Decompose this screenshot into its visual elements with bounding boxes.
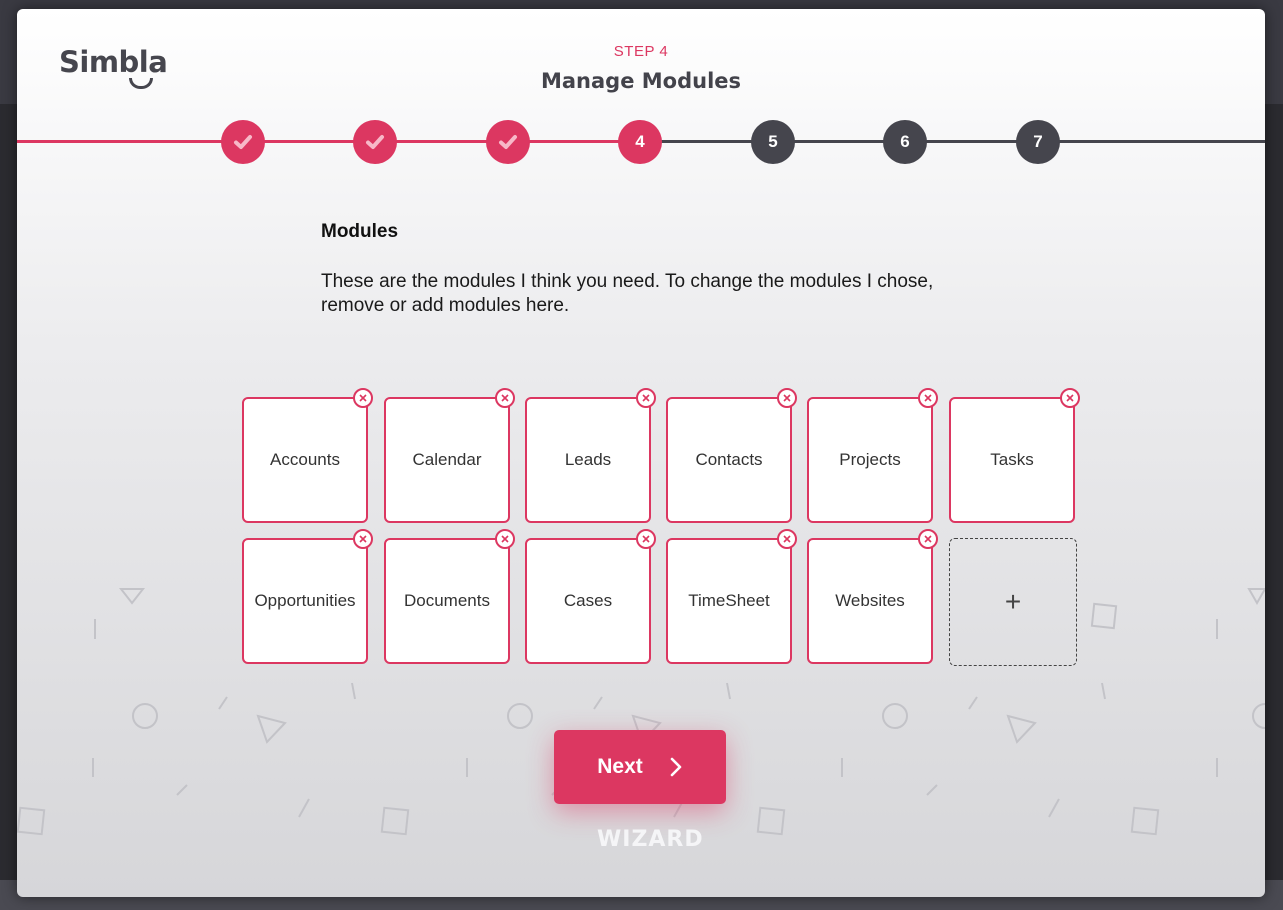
close-icon: [924, 394, 932, 402]
close-icon: [501, 535, 509, 543]
module-tile[interactable]: Websites: [807, 529, 938, 664]
remove-module-button[interactable]: [636, 388, 656, 408]
close-icon: [642, 535, 650, 543]
close-icon: [783, 394, 791, 402]
close-icon: [359, 394, 367, 402]
remove-module-button[interactable]: [1060, 388, 1080, 408]
step-7-indicator: 7: [1016, 120, 1060, 164]
module-label: Opportunities: [254, 591, 356, 610]
remove-module-button[interactable]: [777, 388, 797, 408]
close-icon: [924, 535, 932, 543]
module-label: Tasks: [990, 450, 1034, 469]
wizard-watermark: WIZARD: [597, 827, 704, 852]
step-4-indicator: 4: [618, 120, 662, 164]
module-tile[interactable]: Tasks: [949, 388, 1080, 523]
module-tile[interactable]: Documents: [384, 529, 515, 664]
module-label: Leads: [564, 450, 612, 469]
remove-module-button[interactable]: [918, 388, 938, 408]
remove-module-button[interactable]: [353, 388, 373, 408]
module-label: Calendar: [412, 450, 482, 469]
progress-line-remaining: [641, 140, 1265, 143]
close-icon: [1066, 394, 1074, 402]
add-module-button[interactable]: +: [949, 538, 1077, 666]
progress-line-completed: [17, 140, 641, 143]
close-icon: [501, 394, 509, 402]
module-tile[interactable]: Cases: [525, 529, 656, 664]
module-tile[interactable]: Leads: [525, 388, 656, 523]
close-icon: [359, 535, 367, 543]
close-icon: [783, 535, 791, 543]
remove-module-button[interactable]: [918, 529, 938, 549]
section-description: These are the modules I think you need. …: [321, 271, 934, 316]
wizard-modal: Simbla STEP 4 Manage Modules 4 5 6 7 Mod…: [17, 9, 1265, 897]
check-icon: [366, 135, 384, 149]
page-title: Manage Modules: [540, 69, 742, 93]
module-tile[interactable]: TimeSheet: [666, 529, 797, 664]
module-label: Cases: [563, 591, 613, 610]
step-2-indicator: [353, 120, 397, 164]
module-tile[interactable]: Projects: [807, 388, 938, 523]
step-caption: STEP 4: [613, 43, 669, 60]
module-tile[interactable]: Accounts: [242, 388, 373, 523]
module-label: Contacts: [695, 450, 763, 469]
check-icon: [234, 135, 252, 149]
next-button[interactable]: Next: [554, 730, 726, 804]
remove-module-button[interactable]: [636, 529, 656, 549]
module-label: Documents: [404, 591, 490, 610]
step-6-indicator: 6: [883, 120, 927, 164]
module-tile[interactable]: Opportunities: [242, 529, 373, 664]
section-title: Modules: [321, 221, 399, 242]
next-button-label: Next: [597, 755, 643, 778]
remove-module-button[interactable]: [353, 529, 373, 549]
module-label: Projects: [839, 450, 901, 469]
module-label: Websites: [835, 591, 905, 610]
step-1-indicator: [221, 120, 265, 164]
remove-module-button[interactable]: [495, 388, 515, 408]
plus-icon: +: [1004, 586, 1022, 617]
step-3-indicator: [486, 120, 530, 164]
step-5-indicator: 5: [751, 120, 795, 164]
remove-module-button[interactable]: [777, 529, 797, 549]
module-tile[interactable]: Contacts: [666, 388, 797, 523]
module-label: Accounts: [270, 450, 340, 469]
module-label: TimeSheet: [688, 591, 770, 610]
module-tile[interactable]: Calendar: [384, 388, 515, 523]
close-icon: [642, 394, 650, 402]
remove-module-button[interactable]: [495, 529, 515, 549]
check-icon: [499, 135, 517, 149]
chevron-right-icon: [670, 757, 682, 777]
